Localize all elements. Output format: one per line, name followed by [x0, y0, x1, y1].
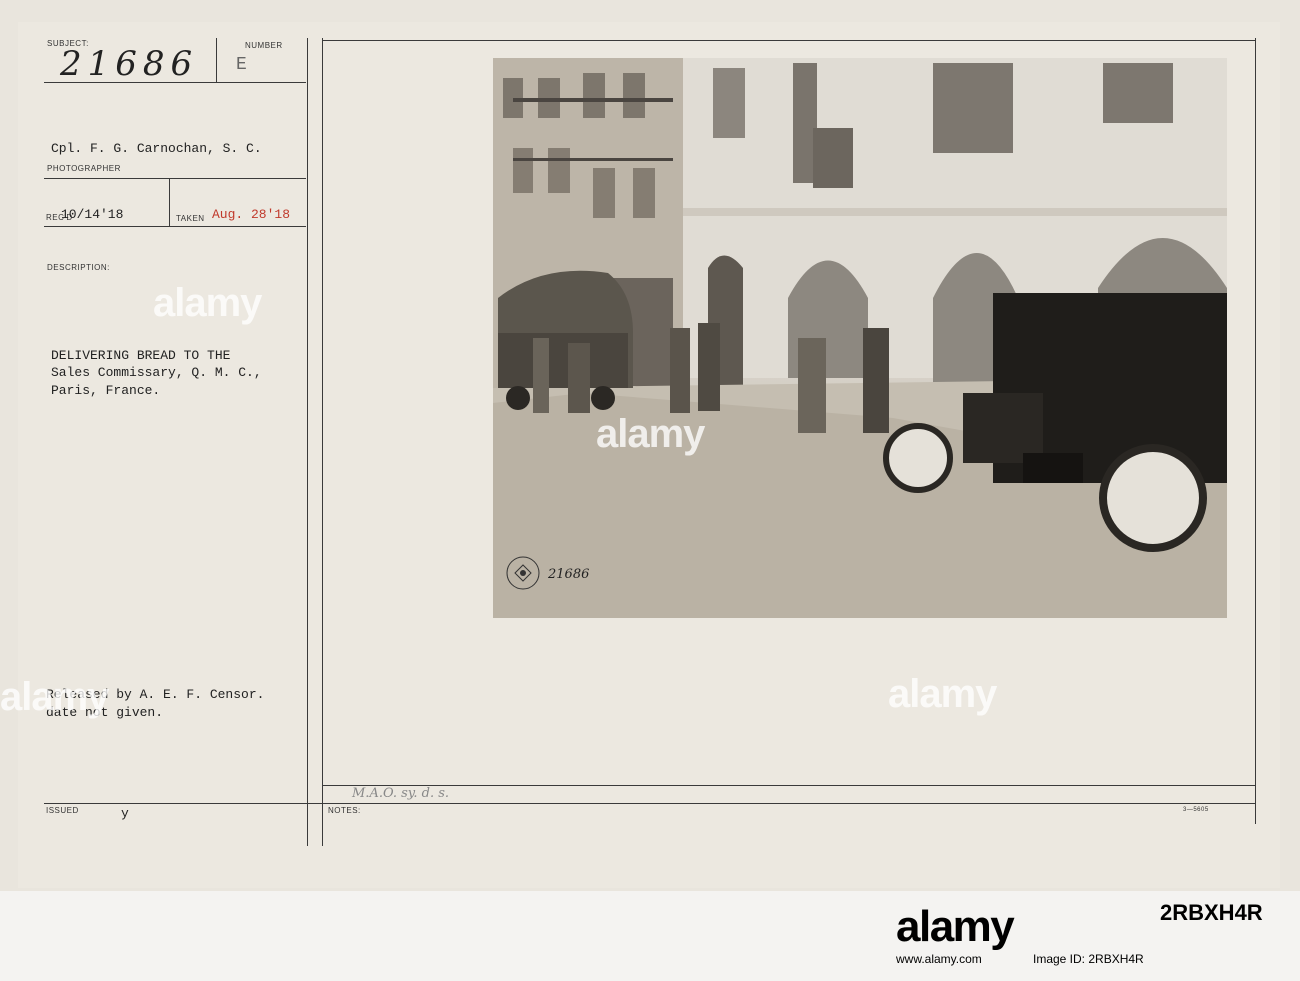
image-id-label: Image ID: 2RBXH4R	[1033, 952, 1144, 966]
photo-frame-bottom	[322, 785, 1256, 786]
street-photograph: 21686	[493, 58, 1227, 618]
taken-value: Aug. 28'18	[212, 207, 291, 222]
issued-value: y	[121, 806, 129, 821]
alamy-logo[interactable]: alamy	[896, 902, 1015, 952]
description-line-3: Paris, France.	[51, 383, 161, 398]
issued-label: ISSUED	[46, 806, 79, 815]
watermark: alamy	[888, 672, 997, 716]
photo-frame-top	[322, 40, 1256, 41]
watermark: alamy	[596, 412, 705, 456]
pencil-note: M.A.O. sy. d. s.	[352, 786, 450, 801]
right-panel-right-border	[1255, 38, 1256, 824]
number-label: NUMBER	[245, 41, 283, 50]
left-column-divider	[307, 38, 308, 846]
recd-value: 10/14'18	[61, 207, 124, 222]
recd-taken-divider	[169, 178, 170, 226]
taken-label: TAKEN	[176, 214, 205, 223]
image-code: 2RBXH4R	[1160, 900, 1263, 925]
right-panel-left-border	[322, 38, 323, 846]
number-value: E	[236, 55, 247, 75]
notes-label: NOTES:	[328, 806, 361, 815]
description-line-2: Sales Commissary, Q. M. C.,	[51, 365, 262, 380]
street-scene-illustration	[493, 58, 1227, 618]
alamy-url[interactable]: www.alamy.com	[896, 952, 982, 966]
subject-number-divider	[216, 38, 217, 82]
form-number: 3—5605	[1183, 807, 1209, 813]
description-line-1: DELIVERING BREAD TO THE	[51, 348, 231, 363]
photographer-name: Cpl. F. G. Carnochan, S. C.	[51, 141, 262, 156]
subject-number: 21686	[60, 44, 199, 84]
watermark: alamy	[153, 281, 262, 325]
photographer-label: PHOTOGRAPHER	[47, 164, 121, 173]
bottom-rule	[44, 803, 1256, 804]
watermark: alamy	[0, 675, 109, 719]
header-rule-2	[44, 178, 306, 179]
description-label: DESCRIPTION:	[47, 263, 110, 272]
signal-corps-stamp-number: 21686	[548, 567, 590, 582]
branding-bar	[0, 891, 1300, 981]
signal-corps-seal-icon	[506, 556, 540, 590]
header-rule-3	[44, 226, 306, 227]
